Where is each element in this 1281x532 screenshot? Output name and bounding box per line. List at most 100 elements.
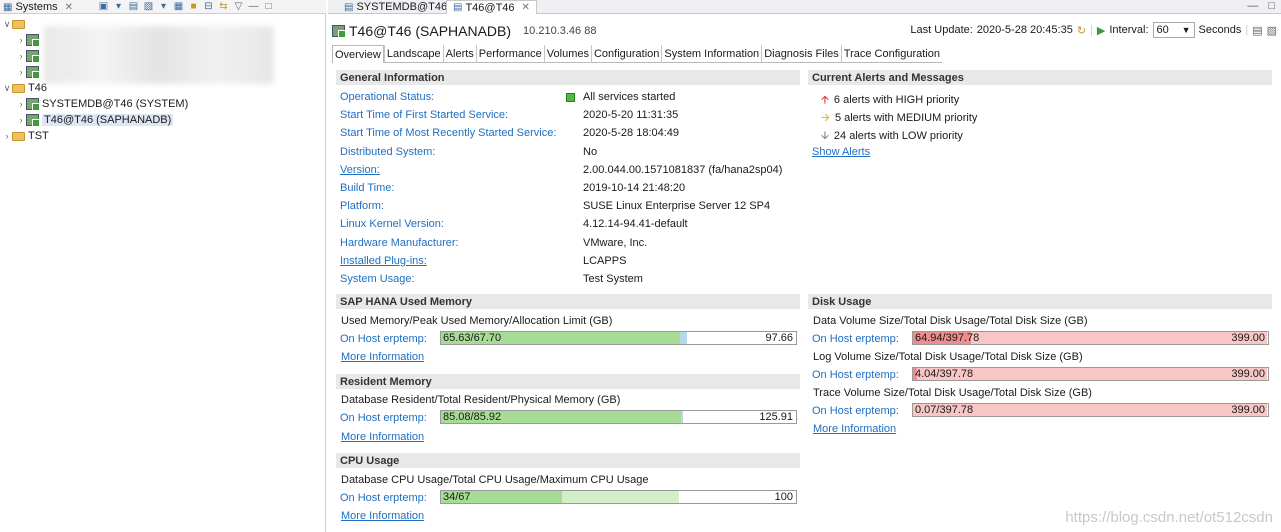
- general-info-label: Linux Kernel Version:: [340, 218, 444, 231]
- general-information-header: General Information: [336, 70, 800, 85]
- chevron-down-icon[interactable]: ∨: [2, 83, 12, 94]
- grid-icon[interactable]: ▦: [173, 1, 184, 12]
- chevron-right-icon[interactable]: ›: [16, 115, 26, 125]
- export-icon[interactable]: ▧: [1267, 24, 1277, 37]
- chevron-down-icon: ▼: [1181, 25, 1191, 35]
- resident-memory-bar-text: 85.08/85.92: [443, 411, 502, 423]
- tab-landscape[interactable]: Landscape: [383, 45, 443, 63]
- systems-tab[interactable]: ▦ Systems ✕ ▣ ▾ ▤ ▧ ▾ ▦ ■ ⊟ ⇆ ▽ — □: [0, 0, 326, 14]
- close-icon[interactable]: ✕: [65, 2, 73, 13]
- general-info-label[interactable]: Installed Plug-ins:: [340, 255, 427, 267]
- chevron-right-icon[interactable]: ›: [16, 67, 26, 77]
- add-system-icon[interactable]: ▣: [98, 1, 109, 12]
- general-info-label[interactable]: Version:: [340, 164, 380, 176]
- disk-usage-more-info-link[interactable]: More Information: [813, 423, 896, 435]
- chevron-down-icon[interactable]: ∨: [2, 19, 12, 30]
- minimize-icon[interactable]: —: [1247, 0, 1258, 12]
- tab-performance[interactable]: Performance: [475, 45, 544, 63]
- arrow-up-icon: 🡩: [821, 94, 829, 106]
- general-info-value: VMware, Inc.: [583, 236, 648, 249]
- systems-toolbar: ▣ ▾ ▤ ▧ ▾ ▦ ■ ⊟ ⇆ ▽ — □: [98, 1, 274, 12]
- tree-item-t46-t46[interactable]: › T46@T46 (SAPHANADB): [0, 112, 326, 128]
- tab-overview[interactable]: Overview: [332, 45, 384, 63]
- refresh-controls: Last Update: 2020-5-28 20:45:35 ↻ | ▶ In…: [910, 22, 1277, 38]
- page-title: T46@T46 (SAPHANADB): [349, 23, 512, 39]
- dropdown-icon[interactable]: ▾: [158, 1, 169, 12]
- last-update-label: Last Update:: [910, 24, 973, 36]
- editor-header: T46@T46 (SAPHANADB) 10.210.3.46 88 Last …: [332, 20, 1277, 42]
- used-memory-description: Used Memory/Peak Used Memory/Allocation …: [341, 315, 613, 327]
- chevron-right-icon[interactable]: ›: [16, 99, 26, 109]
- arrow-down-icon: 🡫: [821, 130, 829, 142]
- system-icon: [26, 34, 40, 47]
- used-memory-host-label: On Host erptemp:: [340, 333, 427, 345]
- dropdown-icon[interactable]: ▾: [113, 1, 124, 12]
- tab-volumes[interactable]: Volumes: [543, 45, 591, 63]
- admin-console-icon: ▤: [344, 1, 354, 13]
- general-info-value: 2020-5-20 11:31:35: [583, 109, 679, 122]
- seconds-label: Seconds: [1198, 24, 1242, 36]
- cpu-usage-bar: 34/67 100: [440, 490, 797, 504]
- resident-memory-description: Database Resident/Total Resident/Physica…: [341, 394, 621, 406]
- play-icon[interactable]: ▶: [1097, 24, 1105, 37]
- general-info-value: No: [583, 145, 598, 158]
- tab-t46-t46[interactable]: ▤ T46@T46 ✕: [446, 0, 537, 14]
- general-info-value: 2019-10-14 21:48:20: [583, 182, 686, 194]
- cpu-usage-more-info-link[interactable]: More Information: [341, 510, 424, 522]
- resident-memory-bar: 85.08/85.92 125.91: [440, 410, 797, 424]
- tab-configuration[interactable]: Configuration: [590, 45, 661, 63]
- arrow-right-icon: 🡪: [821, 112, 830, 124]
- resident-memory-header: Resident Memory: [336, 374, 800, 389]
- used-memory-more-info-link[interactable]: More Information: [341, 351, 424, 363]
- tab-systemdb-t46[interactable]: ▤ SYSTEMDB@T46: [338, 0, 453, 14]
- tree-item-systemdb-t46[interactable]: › SYSTEMDB@T46 (SYSTEM): [0, 96, 326, 112]
- disk-usage-header: Disk Usage: [808, 294, 1272, 309]
- general-info-label: System Usage:: [340, 273, 415, 285]
- tab-system-information[interactable]: System Information: [661, 45, 761, 63]
- link-icon[interactable]: ⇆: [218, 1, 229, 12]
- sql-console-icon[interactable]: ▧: [143, 1, 154, 12]
- view-menu-icon[interactable]: ▽: [233, 1, 244, 12]
- close-icon[interactable]: ✕: [522, 2, 530, 13]
- system-icon: [332, 25, 346, 38]
- maximize-icon[interactable]: □: [263, 1, 274, 12]
- tab-diagnosis-files[interactable]: Diagnosis Files: [761, 45, 841, 63]
- admin-editor: ▤ SYSTEMDB@T46 ▤ T46@T46 ✕ — □ T46@T46 (…: [328, 0, 1281, 532]
- peak-memory-fill: [679, 332, 688, 344]
- resident-memory-more-info-link[interactable]: More Information: [341, 431, 424, 443]
- copy-icon[interactable]: ▤: [1252, 24, 1262, 37]
- status-ok-icon: [566, 93, 575, 102]
- tab-trace-configuration[interactable]: Trace Configuration: [840, 45, 942, 63]
- minimize-icon[interactable]: —: [248, 1, 259, 12]
- collapse-icon[interactable]: ⊟: [203, 1, 214, 12]
- trace-volume-bar-max: 399.00: [1231, 404, 1265, 416]
- folder-icon[interactable]: ■: [188, 1, 199, 12]
- tab-alerts[interactable]: Alerts: [442, 45, 476, 63]
- log-volume-bar-max: 399.00: [1231, 368, 1265, 380]
- window-controls: — □: [1247, 0, 1275, 12]
- tree-item-tst-folder[interactable]: › TST: [0, 128, 326, 144]
- redacted-region: [44, 26, 274, 84]
- folder-icon: [12, 131, 25, 141]
- show-alerts-link[interactable]: Show Alerts: [812, 146, 870, 158]
- general-info-value: All services started: [566, 91, 675, 103]
- used-memory-bar-max: 97.66: [765, 332, 793, 344]
- alert-medium: 🡪 5 alerts with MEDIUM priority: [821, 112, 978, 124]
- interval-select[interactable]: 60 ▼: [1152, 22, 1195, 38]
- resident-memory-host-label: On Host erptemp:: [340, 412, 427, 424]
- systems-panel: ▦ Systems ✕ ▣ ▾ ▤ ▧ ▾ ▦ ■ ⊟ ⇆ ▽ — □ ∨ › …: [0, 0, 326, 532]
- data-volume-bar: 64.94/397.78 399.00: [912, 331, 1269, 345]
- maximize-icon[interactable]: □: [1268, 0, 1275, 12]
- chevron-right-icon[interactable]: ›: [16, 51, 26, 61]
- system-icon: [26, 98, 40, 111]
- cpu-usage-host-label: On Host erptemp:: [340, 492, 427, 504]
- general-info-label: Start Time of Most Recently Started Serv…: [340, 127, 557, 140]
- trace-volume-bar-text: 0.07/397.78: [915, 404, 974, 416]
- alert-high: 🡩 6 alerts with HIGH priority: [821, 94, 960, 106]
- admin-console-icon[interactable]: ▤: [128, 1, 139, 12]
- log-volume-bar-text: 4.04/397.78: [915, 368, 974, 380]
- refresh-icon[interactable]: ↻: [1077, 24, 1086, 37]
- chevron-right-icon[interactable]: ›: [16, 35, 26, 45]
- folder-icon: [12, 83, 25, 93]
- chevron-right-icon[interactable]: ›: [2, 131, 12, 141]
